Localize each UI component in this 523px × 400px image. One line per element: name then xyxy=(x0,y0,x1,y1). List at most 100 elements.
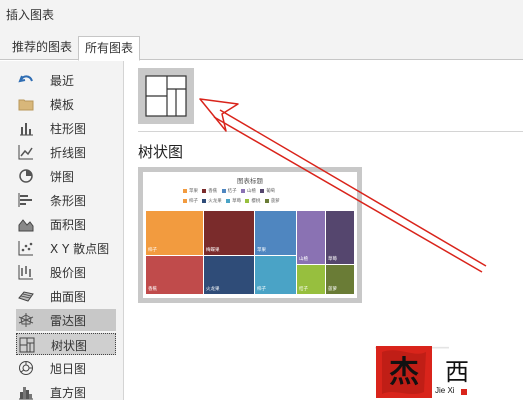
legend-label: 火龙果 xyxy=(208,199,222,204)
preview-legend-row-2: 柿子 火龙果 草莓 樱桃 菠萝 xyxy=(183,198,280,204)
legend-label: 葡萄 xyxy=(266,189,276,194)
category-label: 树状图 xyxy=(51,339,88,353)
watermark-text: 西 xyxy=(445,358,469,386)
sunburst-chart-icon xyxy=(19,361,33,375)
treemap-tile: 草莓 xyxy=(326,211,354,264)
category-label: X Y 散点图 xyxy=(50,242,110,256)
treemap-tile: 柿子 xyxy=(146,211,203,255)
area-chart-icon xyxy=(18,219,34,232)
chart-preview[interactable]: 图表标题 苹果 香蕉 桔子 山楂 葡萄 柿子 火龙果 草莓 樱桃 菠萝 柿子 香… xyxy=(138,167,362,303)
legend-swatch xyxy=(183,198,187,203)
treemap-chart-icon xyxy=(19,337,35,353)
category-radar[interactable]: 雷达图 xyxy=(16,309,116,331)
tile-label: 柿子 xyxy=(148,248,157,253)
category-treemap[interactable]: 树状图 xyxy=(16,333,116,355)
treemap-tile: 桔子 xyxy=(297,265,325,294)
treemap-tile: 苹果 xyxy=(255,211,296,255)
category-label: 最近 xyxy=(50,74,75,88)
treemap-tile: 梅蝶果 xyxy=(204,211,254,255)
treemap-tile: 柿子 xyxy=(255,256,296,294)
tile-label: 柿子 xyxy=(257,287,266,292)
category-area[interactable]: 面积图 xyxy=(16,213,116,235)
tile-label: 菠萝 xyxy=(328,287,337,292)
legend-label: 柿子 xyxy=(189,199,198,204)
undo-icon xyxy=(18,75,33,83)
folder-icon xyxy=(18,99,34,111)
treemap-tile: 菠萝 xyxy=(326,265,354,294)
category-sunburst[interactable]: 旭日图 xyxy=(16,357,116,379)
legend-swatch xyxy=(264,198,269,203)
dialog-titlebar: 插入图表 xyxy=(0,0,523,30)
column-chart-icon xyxy=(20,123,33,136)
dialog-title: 插入图表 xyxy=(6,8,55,22)
treemap-subtype-thumbnail[interactable] xyxy=(138,68,194,124)
tile-label: 梅蝶果 xyxy=(206,248,220,253)
legend-swatch xyxy=(202,188,207,193)
tile-label: 苹果 xyxy=(257,248,266,253)
category-label: 柱形图 xyxy=(50,122,87,136)
category-label: 条形图 xyxy=(50,194,87,208)
category-label: 曲面图 xyxy=(50,290,87,304)
category-histogram[interactable]: 直方图 xyxy=(16,381,116,400)
category-templates[interactable]: 模板 xyxy=(16,93,116,115)
tab-recommended-charts[interactable]: 推荐的图表 xyxy=(6,36,78,61)
category-scatter[interactable]: X Y 散点图 xyxy=(16,237,116,259)
category-column[interactable]: 柱形图 xyxy=(16,117,116,139)
scatter-chart-icon xyxy=(18,241,33,256)
legend-label: 草莓 xyxy=(232,199,242,204)
stock-chart-icon xyxy=(18,265,33,280)
category-label: 折线图 xyxy=(50,146,87,160)
watermark-red-square xyxy=(461,389,467,395)
surface-chart-icon xyxy=(18,291,34,302)
legend-swatch xyxy=(240,188,245,193)
chart-preview-canvas: 图表标题 苹果 香蕉 桔子 山楂 葡萄 柿子 火龙果 草莓 樱桃 菠萝 柿子 香… xyxy=(143,172,357,298)
legend-swatch xyxy=(260,188,265,193)
radar-chart-icon xyxy=(18,313,34,327)
category-stock[interactable]: 股价图 xyxy=(16,261,116,283)
legend-label: 桔子 xyxy=(227,189,237,194)
tile-label: 香蕉 xyxy=(148,287,157,292)
legend-label: 菠萝 xyxy=(270,199,280,204)
category-bar[interactable]: 条形图 xyxy=(16,189,116,211)
tile-label: 火龙果 xyxy=(206,287,220,292)
category-label: 直方图 xyxy=(50,386,87,400)
legend-label: 苹果 xyxy=(189,189,198,194)
legend-swatch xyxy=(202,198,207,203)
category-recent[interactable]: 最近 xyxy=(16,69,116,91)
tab-strip: 推荐的图表 所有图表 xyxy=(0,30,523,61)
treemap-icon xyxy=(145,75,187,117)
tab-all-charts[interactable]: 所有图表 xyxy=(78,36,141,61)
preview-legend-row-1: 苹果 香蕉 桔子 山楂 葡萄 xyxy=(183,188,275,194)
legend-label: 山楂 xyxy=(246,189,256,194)
legend-label: 香蕉 xyxy=(208,189,218,194)
bar-chart-icon xyxy=(18,193,32,207)
treemap-tile: 香蕉 xyxy=(146,256,203,294)
category-label: 面积图 xyxy=(50,218,87,232)
treemap-tile: 山楂 xyxy=(297,211,325,264)
category-label: 旭日图 xyxy=(50,362,87,376)
pie-chart-icon xyxy=(19,169,33,183)
category-label: 饼图 xyxy=(50,170,75,184)
legend-swatch xyxy=(183,188,187,193)
histogram-chart-icon xyxy=(19,387,33,400)
chart-content-area: 树状图 图表标题 苹果 香蕉 桔子 山楂 葡萄 柿子 火龙果 草莓 樱桃 菠萝 … xyxy=(125,61,523,400)
legend-swatch xyxy=(226,198,231,203)
category-pie[interactable]: 饼图 xyxy=(16,165,116,187)
legend-swatch xyxy=(245,198,250,203)
divider xyxy=(138,131,523,132)
section-title: 树状图 xyxy=(138,143,184,161)
line-chart-icon xyxy=(18,145,33,160)
watermark-subtext: Jie Xi xyxy=(435,386,455,395)
category-surface[interactable]: 曲面图 xyxy=(16,285,116,307)
legend-label: 樱桃 xyxy=(251,199,261,204)
jiexi-logo: 杰 xyxy=(376,346,432,398)
category-label: 模板 xyxy=(50,98,75,112)
category-label: 股价图 xyxy=(50,266,87,280)
category-line[interactable]: 折线图 xyxy=(16,141,116,163)
tile-label: 桔子 xyxy=(299,287,308,292)
treemap-tile: 火龙果 xyxy=(204,256,254,294)
legend-swatch xyxy=(221,188,226,193)
category-label: 雷达图 xyxy=(50,314,87,328)
tile-label: 山楂 xyxy=(299,257,308,262)
svg-text:杰: 杰 xyxy=(389,355,419,390)
